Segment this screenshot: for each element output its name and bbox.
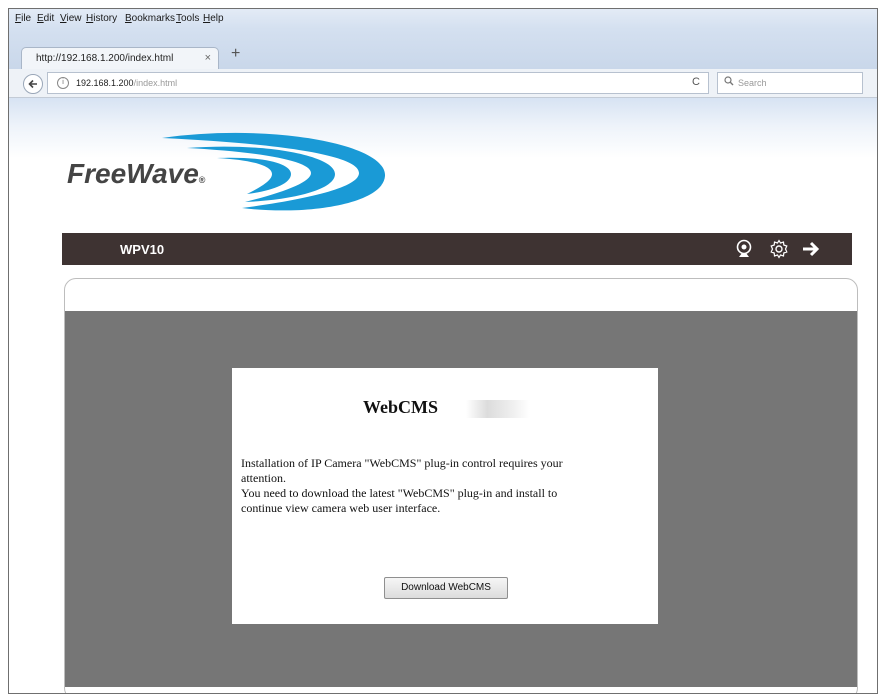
device-title: WPV10 [120, 242, 165, 257]
download-webcms-button[interactable]: Download WebCMS [384, 577, 508, 599]
menu-help[interactable]: Help [203, 13, 224, 24]
content-card: WebCMS Installation of IP Camera "WebCMS… [64, 278, 858, 693]
url-bar[interactable]: i 192.168.1.200/index.html C [47, 72, 709, 94]
plugin-area: WebCMS Installation of IP Camera "WebCMS… [65, 311, 857, 687]
logout-arrow-icon[interactable] [801, 239, 821, 259]
close-tab-icon[interactable]: × [205, 52, 211, 64]
gear-icon[interactable] [769, 239, 789, 259]
freewave-logo: FreeWave® [67, 128, 397, 214]
browser-window: File Edit View History Bookmarks Tools H… [8, 8, 878, 694]
page-content: FreeWave® WPV10 WebCMS Installation of I… [9, 98, 877, 693]
menu-file[interactable]: File [15, 13, 31, 24]
reload-icon[interactable]: C [692, 76, 700, 88]
app-header: WPV10 [62, 233, 852, 265]
url-text: 192.168.1.200/index.html [76, 78, 177, 88]
dialog-title: WebCMS [363, 397, 439, 417]
back-button[interactable] [23, 74, 43, 94]
webcam-icon[interactable] [734, 239, 754, 259]
menu-tools[interactable]: Tools [176, 13, 199, 24]
menu-history[interactable]: History [86, 13, 117, 24]
new-tab-icon[interactable]: + [231, 45, 240, 63]
dialog-message-line3: You need to download the latest "WebCMS"… [241, 486, 558, 500]
url-path: /index.html [133, 78, 178, 88]
registered-mark: ® [198, 175, 206, 185]
menu-edit[interactable]: Edit [37, 13, 54, 24]
tab-title: http://192.168.1.200/index.html [36, 53, 174, 64]
menu-view[interactable]: View [60, 13, 82, 24]
logo-text: FreeWave® [67, 158, 205, 190]
tab-index[interactable]: http://192.168.1.200/index.html × [21, 47, 219, 70]
blurred-version [466, 400, 530, 418]
search-placeholder: Search [738, 78, 767, 88]
dialog-message-line4: continue view camera web user interface. [241, 501, 441, 515]
search-bar[interactable]: Search [717, 72, 863, 94]
menu-bookmarks[interactable]: Bookmarks [125, 13, 175, 24]
tab-strip: http://192.168.1.200/index.html × + [9, 29, 877, 70]
logo-wordmark: FreeWave [67, 158, 199, 189]
nav-bar: i 192.168.1.200/index.html C Search [9, 69, 877, 98]
dialog-message-line2: attention. [241, 471, 286, 485]
url-host: 192.168.1.200 [76, 78, 134, 88]
back-arrow-icon [28, 79, 37, 89]
dialog-message-line1: Installation of IP Camera "WebCMS" plug-… [241, 456, 563, 470]
search-icon [724, 76, 734, 86]
info-icon[interactable]: i [57, 77, 69, 89]
menu-bar: File Edit View History Bookmarks Tools H… [9, 9, 877, 29]
plugin-dialog: WebCMS Installation of IP Camera "WebCMS… [232, 368, 658, 624]
